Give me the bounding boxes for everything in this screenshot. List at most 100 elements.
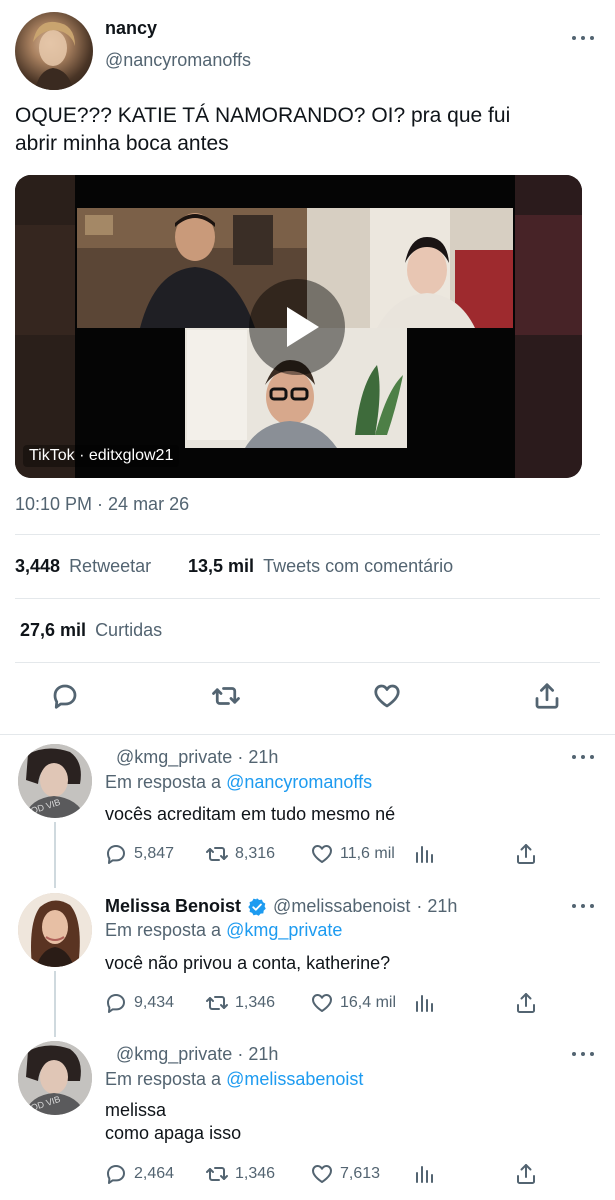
avatar-image: OD VIB	[18, 1041, 92, 1115]
retweets-stat[interactable]: 3,448 Retweetar	[15, 556, 151, 577]
play-icon[interactable]	[249, 279, 345, 375]
likes-count: 27,6 mil	[20, 620, 87, 640]
tweet-text: OQUE??? KATIE TÁ NAMORANDO? OI? pra que …	[15, 102, 605, 158]
retweet-count: 8,316	[235, 845, 276, 862]
likes-stat[interactable]: 27,6 mil Curtidas	[20, 620, 162, 641]
tweet-text-line-2: abrir minha boca antes	[15, 132, 229, 155]
avatar[interactable]: OD VIB	[18, 1041, 92, 1115]
heart-icon	[312, 994, 332, 1012]
like-button[interactable]: 11,6 mil	[310, 842, 395, 866]
share-button[interactable]	[514, 1162, 538, 1186]
divider	[0, 734, 615, 735]
replying-to-handle[interactable]: @kmg_private	[226, 920, 342, 940]
like-button[interactable]	[372, 681, 406, 715]
more-icon[interactable]	[572, 1052, 594, 1058]
reply-text-line-1: melissa	[105, 1100, 167, 1120]
replying-to-prefix: Em resposta a	[105, 1069, 222, 1089]
replying-to-handle[interactable]: @nancyromanoffs	[226, 772, 372, 792]
quotes-label: Tweets com comentário	[263, 556, 454, 576]
reply-text-line-1: você não privou a conta, katherine?	[105, 953, 391, 973]
more-icon[interactable]	[572, 904, 594, 910]
heart-icon	[374, 684, 400, 708]
retweet-button[interactable]	[211, 681, 245, 715]
avatar-image	[18, 893, 92, 967]
replying-to-handle[interactable]: @melissabenoist	[226, 1069, 363, 1089]
reply-text-line-2: como apaga isso	[105, 1123, 242, 1143]
verified-badge-icon	[247, 897, 267, 917]
handle[interactable]: @nancyromanoffs	[105, 50, 251, 71]
divider	[15, 534, 600, 535]
heart-icon	[312, 845, 332, 863]
retweet-icon	[206, 996, 228, 1010]
share-button[interactable]	[514, 991, 538, 1015]
retweet-button[interactable]: 1,346	[205, 991, 275, 1015]
avatar-image: OD VIB	[18, 744, 92, 818]
thread-line	[54, 971, 56, 1037]
reply-text: melissa como apaga isso	[105, 1099, 241, 1145]
tweet-timestamp[interactable]: 10:10 PM · 24 mar 26	[15, 494, 189, 515]
reply-button[interactable]	[50, 681, 84, 715]
reply-icon	[53, 684, 77, 709]
share-button[interactable]	[532, 681, 566, 715]
divider	[15, 662, 600, 663]
replying-to: Em resposta a @kmg_private	[105, 920, 342, 941]
heart-icon	[312, 1165, 332, 1183]
reply-handle[interactable]: @melissabenoist	[273, 896, 410, 917]
share-button[interactable]	[514, 842, 538, 866]
replying-to: Em resposta a @melissabenoist	[105, 1069, 363, 1090]
reply-handle[interactable]: @kmg_private	[116, 1044, 232, 1064]
quotes-count: 13,5 mil	[188, 556, 255, 576]
analytics-button[interactable]	[412, 842, 436, 866]
reply-handle[interactable]: @kmg_private	[116, 747, 232, 767]
reply-count: 9,434	[134, 994, 175, 1011]
retweets-count: 3,448	[15, 556, 61, 576]
avatar[interactable]	[18, 893, 92, 967]
retweet-button[interactable]: 1,346	[205, 1162, 275, 1186]
reply-header: @kmg_private · 21h	[116, 747, 278, 768]
reply-text-line-1: vocês acreditam em tudo mesmo né	[105, 804, 396, 824]
analytics-button[interactable]	[412, 991, 436, 1015]
retweet-icon	[212, 687, 240, 705]
more-icon[interactable]	[572, 755, 594, 761]
retweets-label: Retweetar	[69, 556, 152, 576]
replying-to-prefix: Em resposta a	[105, 772, 222, 792]
video-source-label: TikTok · editxglow21	[23, 445, 180, 467]
reply-count: 5,847	[134, 845, 175, 862]
like-button[interactable]: 16,4 mil	[310, 991, 396, 1015]
reply-text: você não privou a conta, katherine?	[105, 952, 390, 974]
retweet-count: 1,346	[235, 994, 276, 1011]
more-icon[interactable]	[572, 36, 594, 42]
video-player[interactable]: TikTok · editxglow21	[15, 175, 582, 478]
reply-header: Melissa Benoist @melissabenoist · 21h	[105, 896, 457, 917]
reply-count: 2,464	[134, 1165, 175, 1182]
retweet-icon	[206, 847, 228, 861]
reply-time[interactable]: · 21h	[416, 896, 457, 917]
avatar-image	[33, 21, 75, 90]
share-icon	[517, 1164, 535, 1184]
avatar[interactable]: OD VIB	[18, 744, 92, 818]
quotes-stat[interactable]: 13,5 mil Tweets com comentário	[188, 556, 453, 577]
retweet-icon	[206, 1167, 228, 1181]
replying-to: Em resposta a @nancyromanoffs	[105, 772, 372, 793]
analytics-icon	[416, 846, 433, 863]
reply-button[interactable]: 5,847	[104, 842, 174, 866]
reply-button[interactable]: 9,434	[104, 991, 174, 1015]
reply-icon	[107, 845, 125, 864]
reply-time[interactable]: · 21h	[237, 1044, 278, 1064]
replying-to-prefix: Em resposta a	[105, 920, 222, 940]
like-button[interactable]: 7,613	[310, 1162, 380, 1186]
display-name[interactable]: nancy	[105, 18, 157, 39]
analytics-button[interactable]	[412, 1162, 436, 1186]
analytics-icon	[416, 1166, 433, 1183]
share-icon	[517, 993, 535, 1013]
reply-display-name[interactable]: Melissa Benoist	[105, 896, 241, 917]
reply-icon	[107, 1165, 125, 1184]
share-icon	[535, 683, 559, 709]
reply-text: vocês acreditam em tudo mesmo né	[105, 803, 395, 825]
reply-time[interactable]: · 21h	[237, 747, 278, 767]
reply-button[interactable]: 2,464	[104, 1162, 174, 1186]
analytics-icon	[416, 995, 433, 1012]
like-count: 16,4 mil	[340, 994, 397, 1011]
avatar[interactable]	[15, 12, 93, 90]
retweet-button[interactable]: 8,316	[205, 842, 275, 866]
